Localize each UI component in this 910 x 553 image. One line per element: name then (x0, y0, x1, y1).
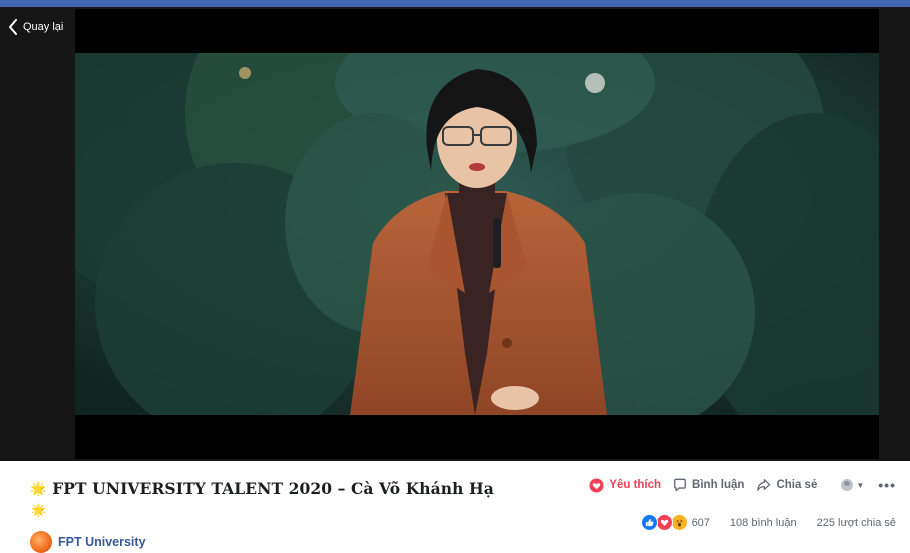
page-name-link[interactable]: FPT University (58, 535, 146, 549)
like-icon (640, 514, 658, 531)
caret-down-icon: ▼ (856, 480, 865, 490)
profile-icon (841, 479, 854, 491)
shares-count[interactable]: 225 lượt chia sẻ (817, 517, 896, 529)
video-area[interactable] (75, 9, 879, 459)
reaction-count[interactable]: 607 (692, 517, 710, 529)
share-button[interactable]: Chia sẻ (756, 478, 817, 492)
chevron-left-icon (9, 19, 17, 35)
wow-icon (670, 514, 688, 531)
share-label: Chia sẻ (776, 479, 818, 491)
star-icon: 🌟 (30, 481, 47, 496)
comments-count[interactable]: 108 bình luận (730, 517, 797, 529)
share-icon (757, 479, 771, 491)
love-icon (655, 514, 673, 531)
post-info: 🌟 FPT UNIVERSITY TALENT 2020 – Cà Võ Khá… (0, 461, 910, 553)
top-bar-strip (0, 0, 910, 7)
comment-button[interactable]: Bình luận (673, 478, 744, 492)
comment-label: Bình luận (692, 479, 745, 491)
comment-icon (674, 478, 686, 492)
love-label: Yêu thích (609, 479, 662, 491)
post-stats: 607 108 bình luận 225 lượt chia sẻ (640, 514, 896, 531)
love-button[interactable]: Yêu thích (589, 477, 662, 493)
post-title-row: 🌟 FPT UNIVERSITY TALENT 2020 – Cà Võ Khá… (30, 479, 494, 498)
back-button[interactable]: Quay lại (8, 19, 63, 35)
star-icon: 🌟 (31, 503, 46, 517)
video-player: Quay lại (0, 7, 910, 461)
post-title: FPT UNIVERSITY TALENT 2020 – Cà Võ Khánh… (52, 479, 494, 498)
more-options-button[interactable]: ••• (878, 477, 896, 493)
back-label: Quay lại (23, 21, 64, 33)
audience-selector[interactable]: ▼ (841, 479, 864, 491)
reaction-icons[interactable] (640, 514, 688, 531)
video-frame[interactable] (75, 53, 879, 415)
heart-icon (589, 477, 604, 493)
post-actions: Yêu thích Bình luận Chia sẻ ▼ ••• (589, 477, 896, 493)
